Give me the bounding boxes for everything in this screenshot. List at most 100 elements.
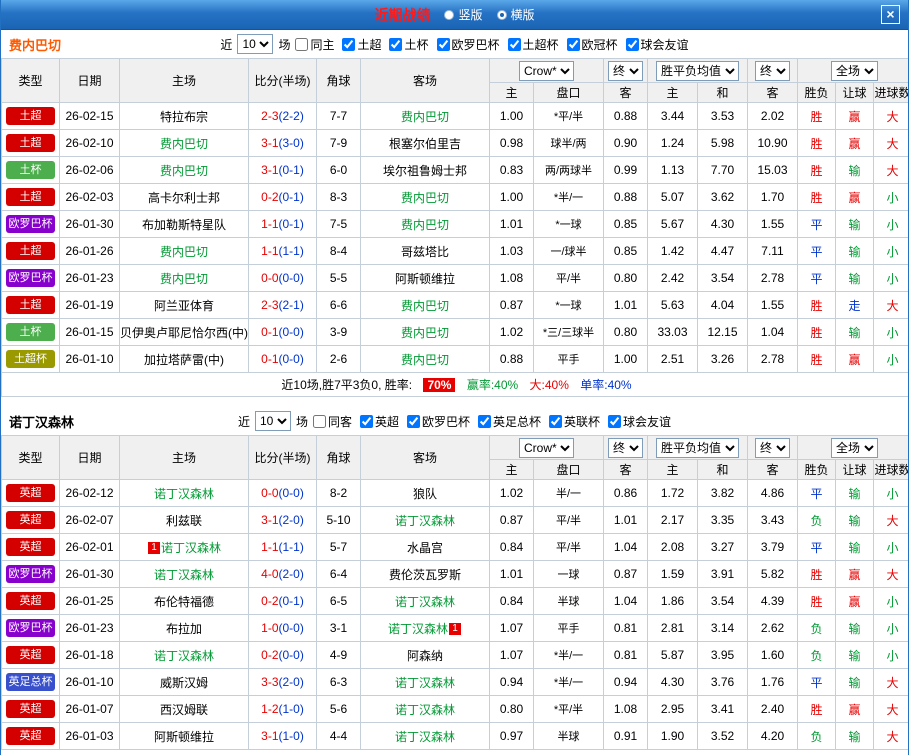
league-filter[interactable]: 土超杯 bbox=[507, 36, 559, 53]
league-filter-checkbox[interactable] bbox=[507, 37, 521, 51]
league-filter-checkbox[interactable] bbox=[478, 414, 492, 428]
league-filter[interactable]: 英联杯 bbox=[549, 413, 600, 430]
half-score: (0-0) bbox=[278, 648, 304, 662]
home-redcard-badge: 1 bbox=[147, 542, 160, 555]
final-odds-select[interactable]: 终 bbox=[608, 60, 643, 81]
layout-option-vertical[interactable]: 竖版 bbox=[444, 6, 483, 23]
asian-away-odds: 1.04 bbox=[603, 533, 648, 561]
scope-select[interactable]: 全场 bbox=[831, 60, 878, 81]
league-filter[interactable]: 欧冠杯 bbox=[566, 36, 618, 53]
away-team: 水晶宫 bbox=[406, 540, 443, 555]
result-goals: 小 bbox=[873, 237, 908, 265]
league-filter[interactable]: 英足总杯 bbox=[478, 413, 541, 430]
score-cell: 0-2(0-0) bbox=[248, 641, 317, 669]
wdl-average-select[interactable]: 胜平负均值 bbox=[656, 60, 739, 81]
league-filter-checkbox[interactable] bbox=[625, 37, 639, 51]
league-filter[interactable]: 球会友谊 bbox=[625, 36, 689, 53]
home-team: 威斯汉姆 bbox=[159, 675, 208, 690]
col-corner: 角球 bbox=[316, 435, 361, 480]
score-cell: 3-1(2-0) bbox=[248, 506, 317, 534]
league-filter[interactable]: 欧罗巴杯 bbox=[436, 36, 500, 53]
asian-handicap: *半/一 bbox=[533, 668, 604, 696]
final-avg-select[interactable]: 终 bbox=[755, 60, 790, 81]
half-score: (2-0) bbox=[278, 567, 304, 581]
match-date: 26-02-06 bbox=[59, 156, 120, 184]
match-count-select[interactable]: 10 bbox=[254, 411, 291, 431]
asian-home-odds: 0.98 bbox=[489, 129, 534, 157]
league-filter[interactable]: 球会友谊 bbox=[608, 413, 671, 430]
euro-away-odds: 15.03 bbox=[747, 156, 798, 184]
result-handicap: 输 bbox=[835, 237, 874, 265]
league-badge: 土超 bbox=[6, 242, 55, 260]
result-wdl: 胜 bbox=[797, 291, 836, 319]
final-odds-select[interactable]: 终 bbox=[608, 437, 643, 458]
euro-draw-odds: 3.82 bbox=[697, 479, 748, 507]
result-handicap: 输 bbox=[835, 479, 874, 507]
euro-home-odds: 1.13 bbox=[647, 156, 698, 184]
score-cell: 3-1(0-1) bbox=[248, 156, 317, 184]
final-avg-select[interactable]: 终 bbox=[755, 437, 790, 458]
layout-option-horizontal[interactable]: 横版 bbox=[496, 6, 535, 23]
match-row: 英足总杯 26-01-10 威斯汉姆 3-3(2-0) 6-3 诺丁汉森林 0.… bbox=[1, 668, 908, 696]
results-table-1: 类型 日期 主场 比分(半场) 角球 客场 Crow* 终 胜平负均值 终 全场… bbox=[1, 58, 908, 397]
league-filter-checkbox[interactable] bbox=[407, 414, 420, 428]
league-filter-checkbox[interactable] bbox=[312, 414, 326, 428]
half-score: (2-0) bbox=[278, 675, 304, 689]
euro-home-odds: 2.17 bbox=[647, 506, 698, 534]
result-wdl: 负 bbox=[797, 641, 836, 669]
league-filter-checkbox[interactable] bbox=[389, 37, 403, 51]
league-filter[interactable]: 欧罗巴杯 bbox=[407, 413, 470, 430]
half-score: (0-0) bbox=[278, 486, 304, 500]
match-row: 欧罗巴杯 26-01-30 布加勒斯特星队 1-1(0-1) 7-5 费内巴切 … bbox=[1, 210, 908, 238]
asian-home-odds: 0.97 bbox=[489, 722, 534, 750]
league-filter-checkbox[interactable] bbox=[342, 37, 356, 51]
col-euro-away: 客 bbox=[747, 82, 798, 103]
corner-count: 2-6 bbox=[316, 345, 361, 373]
league-filter-label: 欧罗巴杯 bbox=[451, 37, 500, 52]
home-team: 费内巴切 bbox=[159, 271, 208, 286]
euro-away-odds: 3.43 bbox=[747, 506, 798, 534]
asian-away-odds: 1.00 bbox=[603, 345, 648, 373]
result-goals: 大 bbox=[873, 506, 908, 534]
scope-select[interactable]: 全场 bbox=[831, 437, 878, 458]
result-goals: 小 bbox=[873, 318, 908, 346]
league-filter-checkbox[interactable] bbox=[436, 37, 450, 51]
league-filter-checkbox[interactable] bbox=[549, 414, 563, 428]
euro-draw-odds: 4.30 bbox=[697, 210, 748, 238]
recent-label: 近 bbox=[220, 37, 233, 52]
wdl-average-select[interactable]: 胜平负均值 bbox=[656, 437, 739, 458]
euro-away-odds: 1.04 bbox=[747, 318, 798, 346]
half-score: (0-1) bbox=[278, 594, 304, 608]
col-type: 类型 bbox=[1, 435, 60, 480]
asian-home-odds: 1.02 bbox=[489, 318, 534, 346]
league-filter-checkbox[interactable] bbox=[608, 414, 622, 428]
asian-home-odds: 1.08 bbox=[489, 264, 534, 292]
league-filter-checkbox[interactable] bbox=[295, 37, 309, 51]
close-icon[interactable]: × bbox=[881, 5, 900, 24]
league-filter[interactable]: 英超 bbox=[359, 413, 399, 430]
asian-handicap: *三/三球半 bbox=[533, 318, 604, 346]
titlebar-center: 近期战绩 竖版 横版 bbox=[1, 5, 908, 25]
euro-away-odds: 4.20 bbox=[747, 722, 798, 750]
league-filter[interactable]: 土杯 bbox=[389, 36, 429, 53]
odds-company-select[interactable]: Crow* bbox=[519, 437, 574, 458]
match-count-select[interactable]: 10 bbox=[237, 34, 274, 54]
col-euro-away: 客 bbox=[747, 459, 798, 480]
league-badge: 土超 bbox=[6, 134, 55, 152]
half-score: (0-0) bbox=[278, 621, 304, 635]
result-goals: 小 bbox=[873, 587, 908, 615]
asian-away-odds: 0.85 bbox=[603, 210, 648, 238]
result-handicap: 输 bbox=[835, 533, 874, 561]
league-filter-checkbox[interactable] bbox=[359, 414, 373, 428]
league-filter-checkbox[interactable] bbox=[566, 37, 580, 51]
score-cell: 0-1(0-0) bbox=[248, 318, 317, 346]
home-team: 西汉姆联 bbox=[159, 702, 208, 717]
league-filter[interactable]: 同主 bbox=[295, 36, 334, 53]
odds-company-select[interactable]: Crow* bbox=[519, 60, 574, 81]
asian-home-odds: 0.87 bbox=[489, 291, 534, 319]
league-filter[interactable]: 土超 bbox=[342, 36, 381, 53]
result-handicap: 输 bbox=[835, 264, 874, 292]
league-filter[interactable]: 同客 bbox=[312, 413, 352, 430]
league-filter-label: 英超 bbox=[374, 414, 399, 429]
col-date: 日期 bbox=[59, 58, 120, 103]
